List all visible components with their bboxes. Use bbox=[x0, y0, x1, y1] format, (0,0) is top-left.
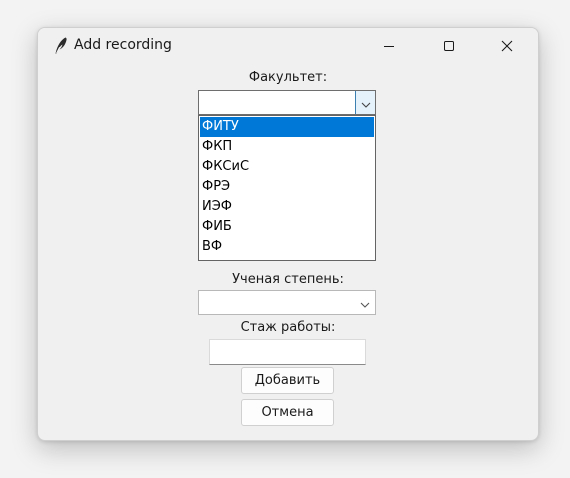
chevron-down-icon bbox=[361, 93, 371, 112]
minimize-button[interactable] bbox=[366, 28, 412, 64]
faculty-option[interactable]: ВФ bbox=[200, 237, 374, 257]
faculty-option[interactable]: ФРЭ bbox=[200, 177, 374, 197]
faculty-combobox[interactable] bbox=[198, 90, 376, 115]
add-button[interactable]: Добавить bbox=[241, 367, 334, 394]
faculty-option[interactable]: ФИБ bbox=[200, 217, 374, 237]
degree-combobox[interactable] bbox=[198, 290, 376, 315]
maximize-button[interactable] bbox=[426, 28, 472, 64]
experience-input[interactable] bbox=[209, 339, 366, 365]
chevron-down-icon bbox=[360, 293, 370, 312]
faculty-dropdown-button[interactable] bbox=[355, 91, 375, 114]
cancel-button[interactable]: Отмена bbox=[241, 399, 334, 426]
faculty-option[interactable]: ФИТУ bbox=[200, 117, 374, 137]
window-title: Add recording bbox=[74, 37, 172, 53]
feather-icon bbox=[50, 35, 72, 57]
faculty-option[interactable]: ИЭФ bbox=[200, 197, 374, 217]
faculty-option[interactable]: ФКП bbox=[200, 137, 374, 157]
faculty-dropdown-list[interactable]: ФИТУ ФКП ФКСиС ФРЭ ИЭФ ФИБ ВФ bbox=[198, 115, 376, 261]
experience-label: Стаж работы: bbox=[240, 320, 336, 335]
close-icon bbox=[501, 37, 513, 56]
maximize-icon bbox=[443, 37, 455, 56]
close-button[interactable] bbox=[484, 28, 530, 64]
minimize-icon bbox=[383, 37, 395, 56]
faculty-option[interactable]: ФКСиС bbox=[200, 157, 374, 177]
degree-dropdown-button[interactable] bbox=[355, 291, 375, 314]
faculty-label: Факультет: bbox=[248, 70, 328, 85]
title-bar[interactable]: Add recording bbox=[38, 28, 538, 64]
add-recording-window: Add recording Факультет: ФИТУ ФКП ФКСиС … bbox=[37, 27, 539, 441]
degree-label: Ученая степень: bbox=[232, 272, 344, 287]
